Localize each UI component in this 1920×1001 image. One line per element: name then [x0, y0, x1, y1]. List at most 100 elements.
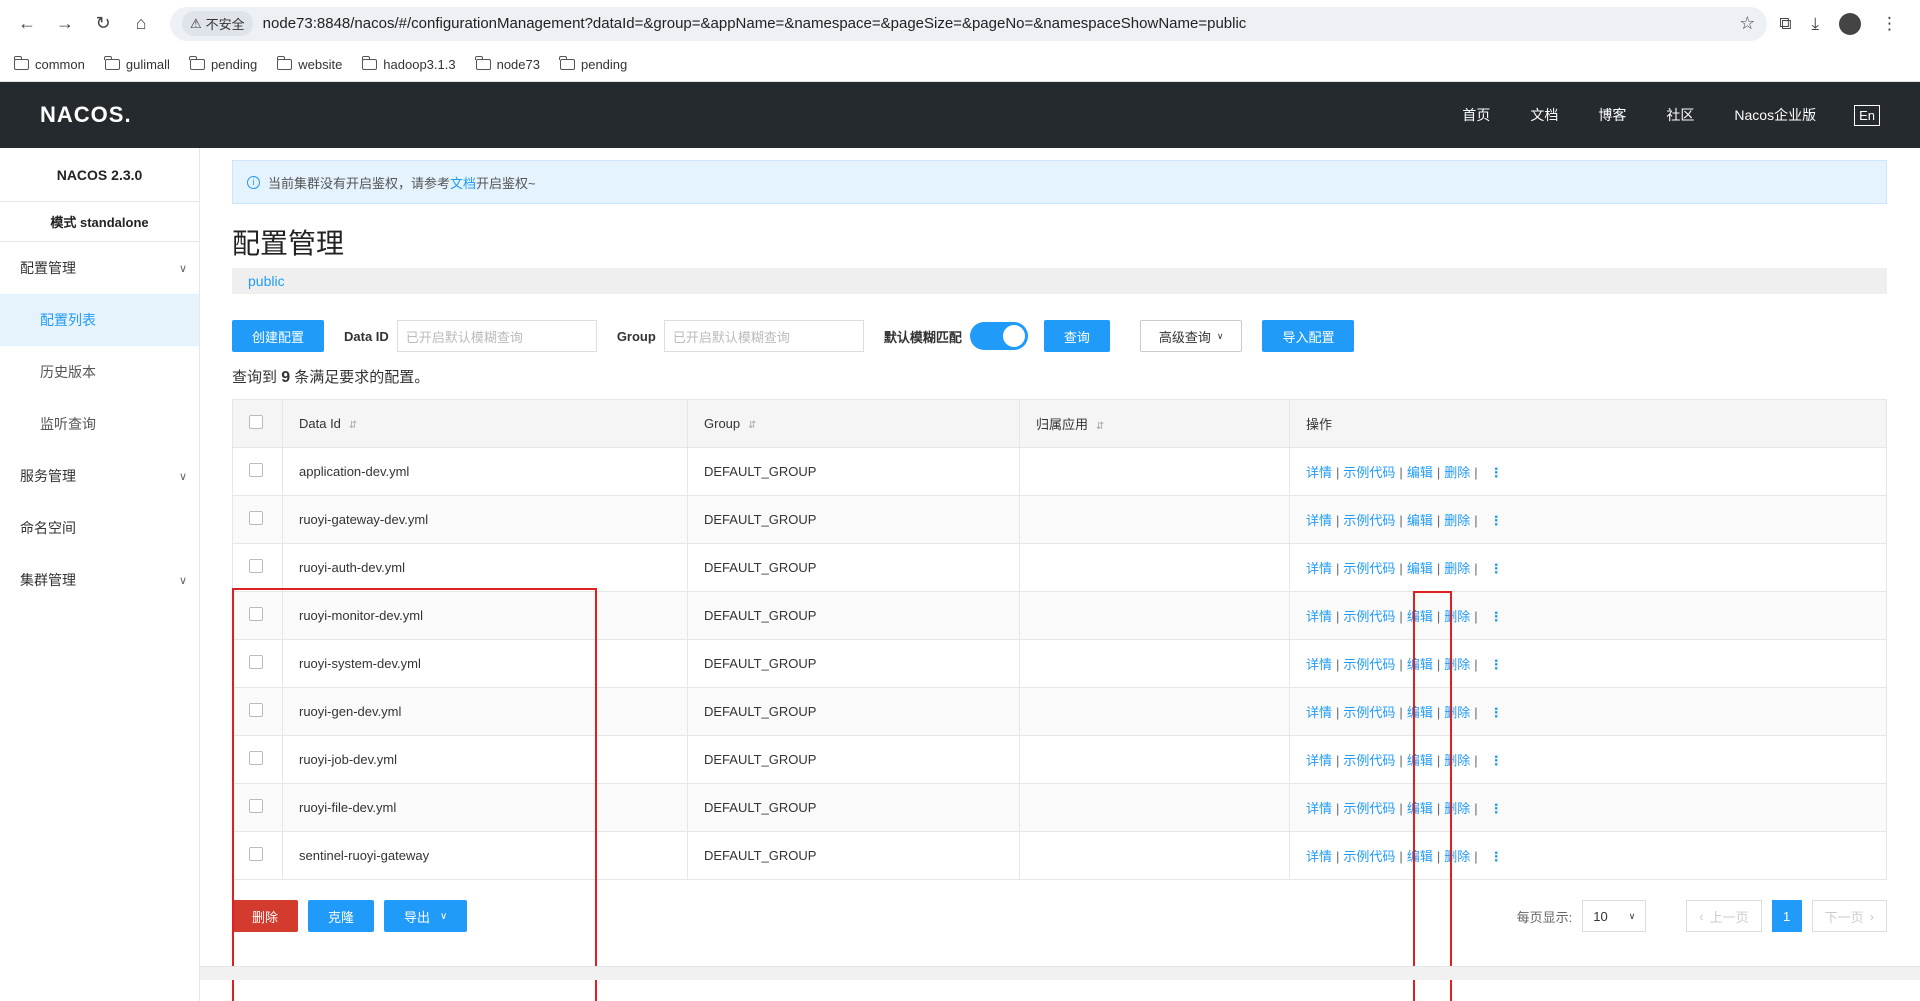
delete-link[interactable]: 删除: [1444, 657, 1470, 672]
sidebar-item-history[interactable]: 历史版本: [0, 346, 199, 398]
extensions-icon[interactable]: ⧉: [1779, 14, 1791, 34]
edit-link[interactable]: 编辑: [1407, 801, 1433, 816]
home-icon[interactable]: ⌂: [126, 9, 156, 39]
reload-icon[interactable]: ↻: [88, 9, 118, 39]
nav-enterprise[interactable]: Nacos企业版: [1734, 105, 1816, 125]
forward-icon[interactable]: →: [50, 9, 80, 39]
sample-code-link[interactable]: 示例代码: [1343, 753, 1395, 768]
row-checkbox[interactable]: [249, 607, 263, 621]
nav-blog[interactable]: 博客: [1598, 105, 1626, 125]
group-input[interactable]: 已开启默认模糊查询: [663, 320, 864, 352]
bookmark-common[interactable]: common: [13, 56, 85, 72]
delete-link[interactable]: 删除: [1444, 513, 1470, 528]
menu-icon[interactable]: ⋮: [1881, 14, 1898, 34]
sample-code-link[interactable]: 示例代码: [1343, 513, 1395, 528]
sidebar-item-namespace[interactable]: 命名空间: [0, 502, 199, 554]
import-config-button[interactable]: 导入配置: [1262, 320, 1355, 352]
sidebar-item-config-management[interactable]: 配置管理 ∨: [0, 242, 199, 294]
more-options-icon[interactable]: ⋮: [1490, 753, 1503, 768]
bookmark-pending[interactable]: pending: [189, 56, 257, 72]
security-warning[interactable]: ⚠ 不安全: [182, 11, 253, 36]
more-options-icon[interactable]: ⋮: [1490, 609, 1503, 624]
header-group[interactable]: Group ⇵: [687, 399, 1020, 448]
bookmark-website[interactable]: website: [276, 56, 342, 72]
delete-link[interactable]: 删除: [1444, 561, 1470, 576]
delete-link[interactable]: 删除: [1444, 753, 1470, 768]
sidebar-item-config-list[interactable]: 配置列表: [0, 294, 199, 346]
more-options-icon[interactable]: ⋮: [1490, 705, 1503, 720]
more-options-icon[interactable]: ⋮: [1490, 513, 1503, 528]
bookmark-hadoop[interactable]: hadoop3.1.3: [361, 56, 456, 72]
fuzzy-toggle[interactable]: [969, 322, 1028, 350]
page-1-button[interactable]: 1: [1771, 900, 1802, 932]
row-checkbox[interactable]: [249, 847, 263, 861]
sample-code-link[interactable]: 示例代码: [1343, 561, 1395, 576]
more-options-icon[interactable]: ⋮: [1490, 657, 1503, 672]
nav-home[interactable]: 首页: [1462, 105, 1490, 125]
header-app[interactable]: 归属应用 ⇵: [1019, 399, 1290, 448]
download-icon[interactable]: ⤓: [1811, 14, 1819, 34]
next-page-button[interactable]: 下一页 ›: [1811, 900, 1887, 932]
nav-docs[interactable]: 文档: [1530, 105, 1558, 125]
delete-link[interactable]: 删除: [1444, 849, 1470, 864]
advanced-query-button[interactable]: 高级查询 ∨: [1139, 320, 1243, 352]
page-size-select[interactable]: 10 ∨: [1582, 900, 1647, 932]
detail-link[interactable]: 详情: [1306, 465, 1332, 480]
more-options-icon[interactable]: ⋮: [1490, 801, 1503, 816]
detail-link[interactable]: 详情: [1306, 561, 1332, 576]
url-text[interactable]: node73:8848/nacos/#/configurationManagem…: [263, 15, 1740, 32]
row-checkbox[interactable]: [249, 655, 263, 669]
sort-icon[interactable]: ⇵: [748, 420, 756, 431]
row-checkbox[interactable]: [249, 751, 263, 765]
delete-link[interactable]: 删除: [1444, 609, 1470, 624]
edit-link[interactable]: 编辑: [1407, 609, 1433, 624]
bookmark-pending-2[interactable]: pending: [559, 56, 627, 72]
sidebar-item-listener[interactable]: 监听查询: [0, 398, 199, 450]
bookmark-star-icon[interactable]: ☆: [1739, 13, 1755, 34]
sample-code-link[interactable]: 示例代码: [1343, 801, 1395, 816]
docs-link[interactable]: 文档: [450, 173, 476, 192]
edit-link[interactable]: 编辑: [1407, 657, 1433, 672]
nav-community[interactable]: 社区: [1666, 105, 1694, 125]
bookmark-gulimall[interactable]: gulimall: [104, 56, 170, 72]
edit-link[interactable]: 编辑: [1407, 465, 1433, 480]
sort-icon[interactable]: ⇵: [349, 420, 357, 431]
row-checkbox[interactable]: [249, 559, 263, 573]
prev-page-button[interactable]: ‹ 上一页: [1686, 900, 1762, 932]
edit-link[interactable]: 编辑: [1407, 561, 1433, 576]
address-bar[interactable]: ⚠ 不安全 node73:8848/nacos/#/configurationMa…: [170, 6, 1768, 41]
detail-link[interactable]: 详情: [1306, 513, 1332, 528]
header-dataid[interactable]: Data Id ⇵: [282, 399, 688, 448]
row-checkbox[interactable]: [249, 463, 263, 477]
horizontal-scrollbar[interactable]: [200, 966, 1920, 980]
more-options-icon[interactable]: ⋮: [1490, 465, 1503, 480]
nacos-logo[interactable]: NACOS.: [40, 102, 132, 128]
sidebar-item-service-management[interactable]: 服务管理 ∨: [0, 450, 199, 502]
sample-code-link[interactable]: 示例代码: [1343, 849, 1395, 864]
edit-link[interactable]: 编辑: [1407, 705, 1433, 720]
avatar[interactable]: xd: [1839, 12, 1861, 35]
sample-code-link[interactable]: 示例代码: [1343, 705, 1395, 720]
edit-link[interactable]: 编辑: [1407, 753, 1433, 768]
edit-link[interactable]: 编辑: [1407, 849, 1433, 864]
sample-code-link[interactable]: 示例代码: [1343, 609, 1395, 624]
delete-link[interactable]: 删除: [1444, 705, 1470, 720]
clone-button[interactable]: 克隆: [308, 900, 375, 932]
create-config-button[interactable]: 创建配置: [232, 320, 325, 352]
bookmark-node73[interactable]: node73: [475, 56, 540, 72]
detail-link[interactable]: 详情: [1306, 849, 1332, 864]
query-button[interactable]: 查询: [1043, 320, 1110, 352]
delete-link[interactable]: 删除: [1444, 801, 1470, 816]
detail-link[interactable]: 详情: [1306, 705, 1332, 720]
back-icon[interactable]: ←: [12, 9, 42, 39]
batch-delete-button[interactable]: 删除: [232, 900, 299, 932]
sample-code-link[interactable]: 示例代码: [1343, 657, 1395, 672]
more-options-icon[interactable]: ⋮: [1490, 849, 1503, 864]
detail-link[interactable]: 详情: [1306, 657, 1332, 672]
sidebar-item-cluster[interactable]: 集群管理 ∨: [0, 554, 199, 606]
dataid-input[interactable]: 已开启默认模糊查询: [396, 320, 597, 352]
delete-link[interactable]: 删除: [1444, 465, 1470, 480]
export-button[interactable]: 导出 ∨: [384, 900, 468, 932]
row-checkbox[interactable]: [249, 799, 263, 813]
row-checkbox[interactable]: [249, 511, 263, 525]
